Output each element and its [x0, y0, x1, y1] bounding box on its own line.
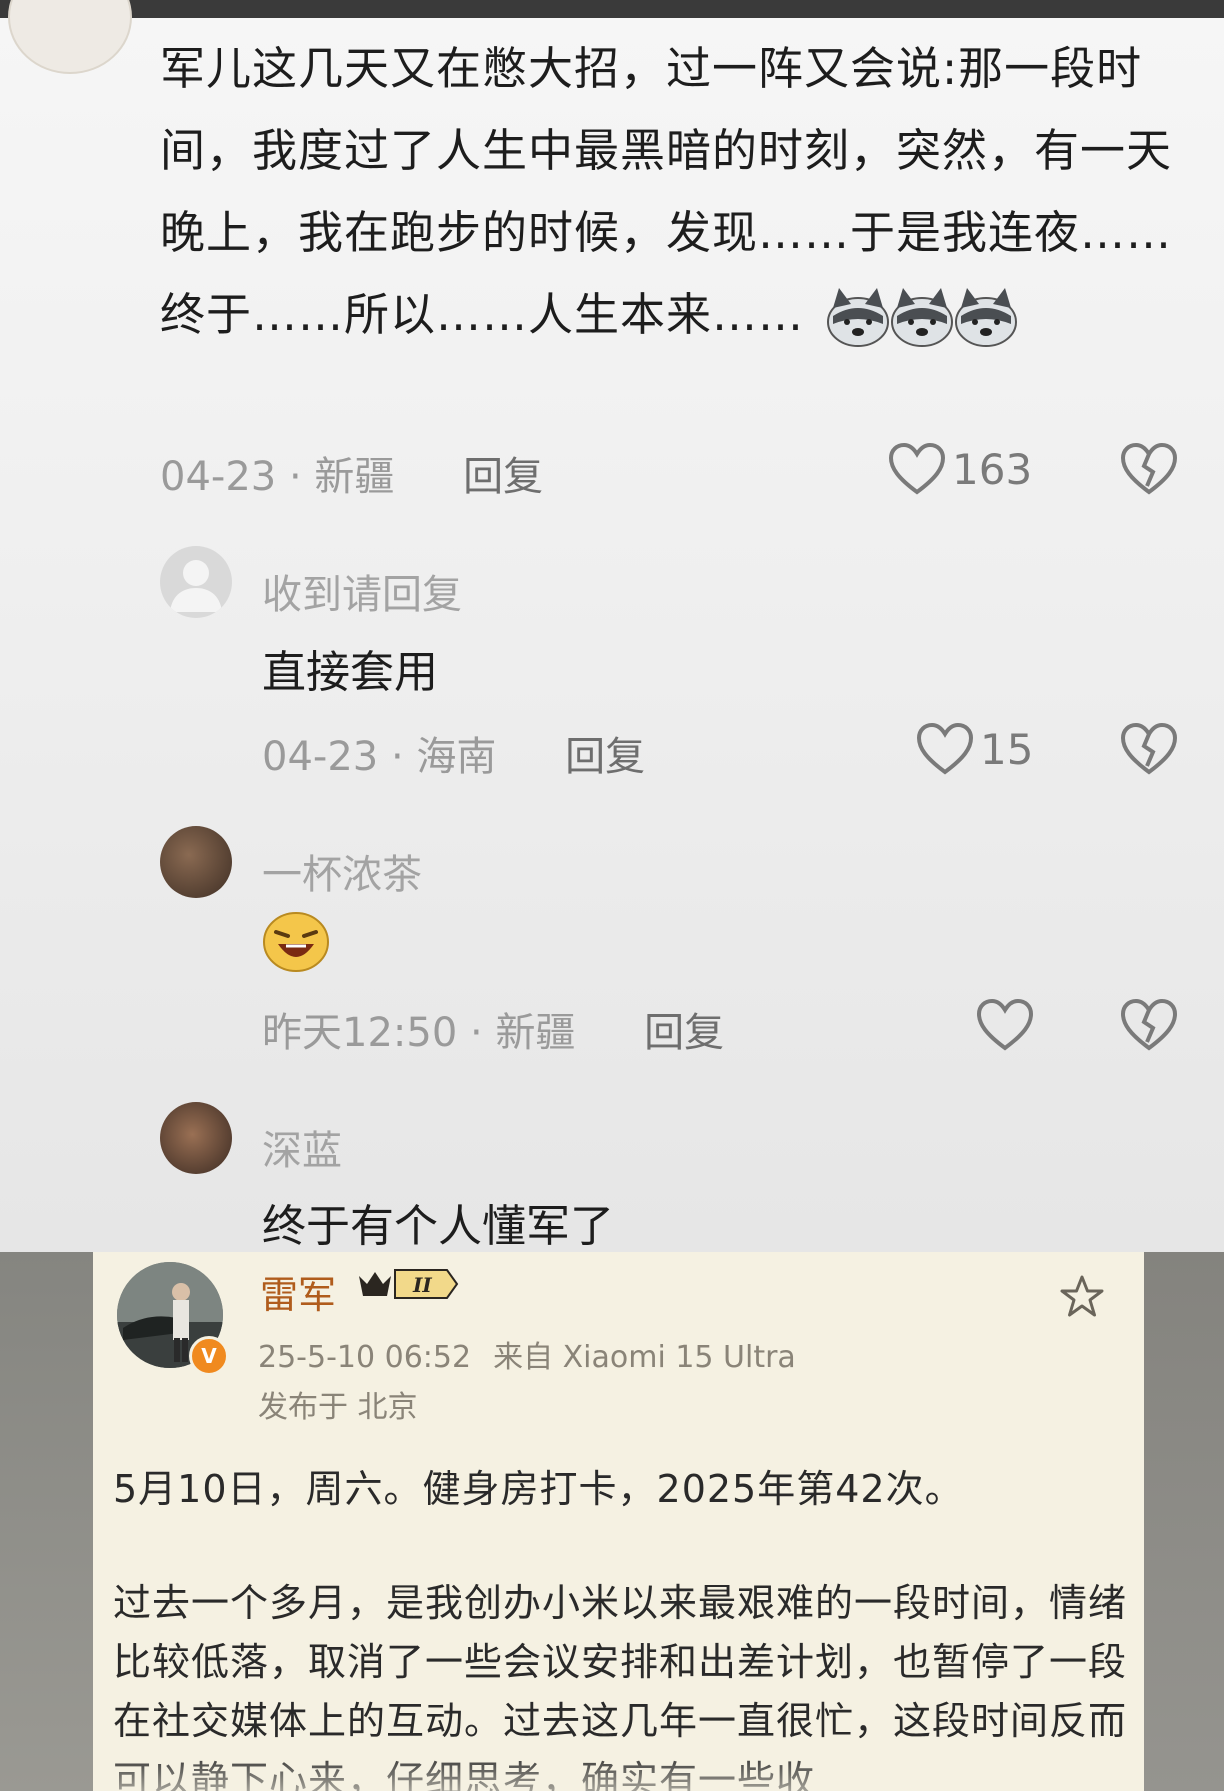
- reply-username[interactable]: 收到请回复: [262, 562, 462, 620]
- comment-date: 04-23: [160, 454, 277, 500]
- heart-icon: [888, 442, 946, 495]
- post-location: 发布于 北京: [258, 1390, 418, 1425]
- reply-text: 直接套用: [262, 647, 438, 698]
- post-card: V 雷军 II 25-5-10 06:52 来自 Xiaomi 15 Ultra …: [93, 1252, 1144, 1791]
- reply-button[interactable]: 回复: [644, 1010, 724, 1056]
- commenter-avatar[interactable]: [8, 0, 132, 74]
- bottom-fade: [93, 1751, 1144, 1791]
- member-level-badge: II: [359, 1269, 459, 1299]
- like-count: 15: [980, 724, 1034, 774]
- heart-icon: [916, 722, 974, 775]
- comment-section: 军儿这几天又在憋大招，过一阵又会说:那一段时间，我度过了人生中最黑暗的时刻，突然…: [0, 0, 1224, 1252]
- meta-separator: ·: [390, 734, 404, 780]
- reply-meta: 04-23 · 海南 回复: [262, 724, 645, 782]
- reply-text: 终于有个人懂军了: [262, 1201, 614, 1252]
- like-button[interactable]: 15: [916, 722, 1033, 776]
- reply-location: 新疆: [495, 1010, 576, 1056]
- author-name[interactable]: 雷军: [260, 1264, 336, 1319]
- reply-button[interactable]: 回复: [565, 734, 645, 780]
- reply-date: 昨天12:50: [262, 1010, 458, 1056]
- post-source: 来自 Xiaomi 15 Ultra: [493, 1340, 796, 1375]
- reply-meta: 昨天12:50 · 新疆 回复: [262, 1000, 724, 1058]
- like-button[interactable]: 163: [888, 442, 1032, 496]
- post-timestamp: 25-5-10 06:52: [258, 1340, 472, 1375]
- top-bar: [0, 0, 1224, 18]
- post-first-line: 5月10日，周六。健身房打卡，2025年第42次。: [113, 1467, 964, 1511]
- reply-location: 海南: [416, 734, 497, 780]
- main-comment-meta: 04-23 · 新疆 回复: [160, 444, 543, 502]
- post-meta: 25-5-10 06:52 来自 Xiaomi 15 Ultra: [258, 1332, 796, 1376]
- heart-icon[interactable]: [976, 998, 1034, 1052]
- star-icon[interactable]: [1059, 1274, 1105, 1318]
- person-icon: [170, 560, 222, 612]
- verified-badge: V: [189, 1336, 229, 1376]
- laughing-emoji: [263, 912, 329, 972]
- broken-heart-icon[interactable]: [1120, 722, 1178, 776]
- reply-button[interactable]: 回复: [463, 454, 543, 500]
- user-avatar[interactable]: [160, 826, 232, 898]
- husky-dog-emoji: [825, 286, 1025, 350]
- level-text: II: [412, 1273, 432, 1297]
- background-right: [1144, 1252, 1224, 1791]
- reply-date: 04-23: [262, 734, 379, 780]
- meta-separator: ·: [470, 1010, 483, 1056]
- like-count: 163: [952, 444, 1033, 494]
- reply-username[interactable]: 一杯浓茶: [262, 842, 422, 900]
- main-comment-text: 军儿这几天又在憋大招，过一阵又会说:那一段时间，我度过了人生中最黑暗的时刻，突然…: [160, 28, 1200, 356]
- weibo-post-screenshot: V 雷军 II 25-5-10 06:52 来自 Xiaomi 15 Ultra …: [0, 1252, 1224, 1791]
- comment-location: 新疆: [314, 454, 395, 500]
- default-avatar[interactable]: [160, 546, 232, 618]
- user-avatar[interactable]: [160, 1102, 232, 1174]
- broken-heart-icon[interactable]: [1120, 998, 1178, 1052]
- broken-heart-icon[interactable]: [1120, 442, 1178, 496]
- background-left: [0, 1252, 93, 1791]
- meta-separator: ·: [288, 454, 302, 500]
- reply-username[interactable]: 深蓝: [262, 1118, 342, 1176]
